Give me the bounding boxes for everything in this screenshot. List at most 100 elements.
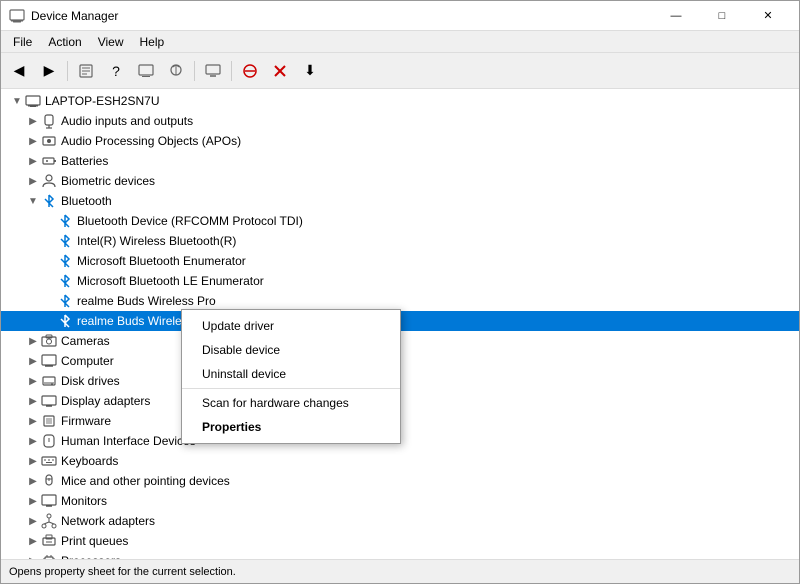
tree-biometric[interactable]: ▶ Biometric devices [1,171,799,191]
network-icon [41,513,57,529]
ctx-scan-hardware[interactable]: Scan for hardware changes [182,391,400,415]
tree-mice[interactable]: ▶ Mice and other pointing devices [1,471,799,491]
toggle-monitors[interactable]: ▶ [25,493,41,509]
menu-help[interactable]: Help [132,33,173,51]
toolbar-sep2 [194,61,195,81]
toolbar-back[interactable]: ◀ [5,57,33,85]
tree-batteries[interactable]: ▶ Batteries [1,151,799,171]
toolbar-help[interactable]: ? [102,57,130,85]
toggle-print-queues[interactable]: ▶ [25,533,41,549]
keyboards-label: Keyboards [61,454,118,468]
menu-file[interactable]: File [5,33,40,51]
tree-bt-realme[interactable]: ▶ realme Buds Wireless Pro [1,291,799,311]
toggle-keyboards[interactable]: ▶ [25,453,41,469]
toolbar-forward[interactable]: ▶ [35,57,63,85]
toolbar-uninstall[interactable] [266,57,294,85]
tree-bt-ms-enum[interactable]: ▶ Microsoft Bluetooth Enumerator [1,251,799,271]
toggle-bluetooth[interactable]: ▼ [25,193,41,209]
toggle-biometric[interactable]: ▶ [25,173,41,189]
device-tree[interactable]: ▼ LAPTOP-ESH2SN7U ▶ [1,89,799,559]
close-button[interactable]: ✕ [745,1,791,31]
root-label: LAPTOP-ESH2SN7U [45,94,160,108]
ctx-sep1 [182,388,400,389]
ctx-properties[interactable]: Properties [182,415,400,439]
bt-realme-label: realme Buds Wireless Pro [77,294,216,308]
toolbar-computer[interactable] [199,57,227,85]
toolbar-disable[interactable] [236,57,264,85]
toggle-processors[interactable]: ▶ [25,553,41,559]
tree-bt-intel[interactable]: ▶ Intel(R) Wireless Bluetooth(R) [1,231,799,251]
toggle-hid[interactable]: ▶ [25,433,41,449]
status-text: Opens property sheet for the current sel… [9,566,236,578]
tree-keyboards[interactable]: ▶ Keyboards [1,451,799,471]
biometric-label: Biometric devices [61,174,155,188]
maximize-button[interactable]: □ [699,1,745,31]
root-toggle[interactable]: ▼ [9,93,25,109]
bt-realme-icon [57,293,73,309]
toggle-network[interactable]: ▶ [25,513,41,529]
toolbar: ◀ ▶ ? [1,53,799,89]
toggle-batteries[interactable]: ▶ [25,153,41,169]
bt-ms-enum-label: Microsoft Bluetooth Enumerator [77,254,246,268]
mice-icon [41,473,57,489]
toolbar-update[interactable] [132,57,160,85]
monitors-icon [41,493,57,509]
tree-root[interactable]: ▼ LAPTOP-ESH2SN7U [1,91,799,111]
tree-bt-rfcomm[interactable]: ▶ Bluetooth Device (RFCOMM Protocol TDI) [1,211,799,231]
bt-ms-le-label: Microsoft Bluetooth LE Enumerator [77,274,264,288]
audio-inputs-label: Audio inputs and outputs [61,114,193,128]
tree-bt-ms-le[interactable]: ▶ Microsoft Bluetooth LE Enumerator [1,271,799,291]
toggle-disk-drives[interactable]: ▶ [25,373,41,389]
tree-processors[interactable]: ▶ Processors [1,551,799,559]
toolbar-scan[interactable] [162,57,190,85]
network-label: Network adapters [61,514,155,528]
cameras-label: Cameras [61,334,110,348]
toggle-display-adapters[interactable]: ▶ [25,393,41,409]
toggle-computer[interactable]: ▶ [25,353,41,369]
computer-icon [41,353,57,369]
context-menu: Update driver Disable device Uninstall d… [181,309,401,444]
tree-bluetooth[interactable]: ▼ Bluetooth [1,191,799,211]
bt-rfcomm-icon [57,213,73,229]
display-adapters-icon [41,393,57,409]
title-bar: Device Manager — □ ✕ [1,1,799,31]
ctx-update-driver[interactable]: Update driver [182,314,400,338]
device-manager-window: Device Manager — □ ✕ File Action View He… [0,0,800,584]
tree-audio-processing[interactable]: ▶ Audio Processing Objects (APOs) [1,131,799,151]
computer-label: Computer [61,354,114,368]
toolbar-properties[interactable] [72,57,100,85]
print-queues-icon [41,533,57,549]
ctx-uninstall-device[interactable]: Uninstall device [182,362,400,386]
ctx-disable-device[interactable]: Disable device [182,338,400,362]
batteries-label: Batteries [61,154,108,168]
bt-intel-icon [57,233,73,249]
tree-monitors[interactable]: ▶ Monitors [1,491,799,511]
toggle-firmware[interactable]: ▶ [25,413,41,429]
toggle-cameras[interactable]: ▶ [25,333,41,349]
audio-inputs-icon [41,113,57,129]
batteries-icon [41,153,57,169]
hid-label: Human Interface Devices [61,434,196,448]
toggle-mice[interactable]: ▶ [25,473,41,489]
processors-icon [41,553,57,559]
window-title: Device Manager [31,9,118,23]
menu-view[interactable]: View [90,33,132,51]
disk-drives-label: Disk drives [61,374,120,388]
minimize-button[interactable]: — [653,1,699,31]
tree-audio-inputs[interactable]: ▶ Audio inputs and outputs [1,111,799,131]
window-controls: — □ ✕ [653,1,791,31]
tree-print-queues[interactable]: ▶ Print queues [1,531,799,551]
menu-action[interactable]: Action [40,33,89,51]
keyboards-icon [41,453,57,469]
toggle-audio-inputs[interactable]: ▶ [25,113,41,129]
toolbar-sep1 [67,61,68,81]
audio-processing-icon [41,133,57,149]
mice-label: Mice and other pointing devices [61,474,230,488]
bt-intel-label: Intel(R) Wireless Bluetooth(R) [77,234,236,248]
processors-label: Processors [61,554,121,559]
tree-network[interactable]: ▶ Network adapters [1,511,799,531]
toolbar-download[interactable]: ⬇ [296,57,324,85]
bt-ms-enum-icon [57,253,73,269]
cameras-icon [41,333,57,349]
toggle-audio-processing[interactable]: ▶ [25,133,41,149]
